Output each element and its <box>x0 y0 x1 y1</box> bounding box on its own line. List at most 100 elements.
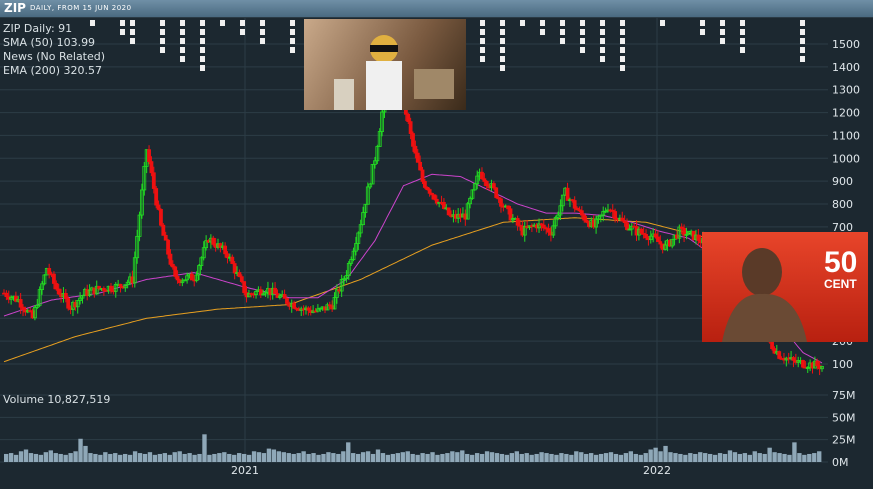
news-marker <box>500 38 505 44</box>
news-marker <box>260 29 265 35</box>
volume-bar <box>539 452 544 462</box>
news-marker <box>130 20 135 26</box>
candle-body <box>777 351 782 359</box>
volume-bar <box>683 454 688 462</box>
candle-body <box>232 263 237 274</box>
news-marker <box>740 20 745 26</box>
news-marker <box>200 47 205 53</box>
volume-bar <box>757 453 762 462</box>
volume-bar <box>127 454 133 462</box>
volume-bar <box>296 453 301 462</box>
volume-bar <box>63 454 68 462</box>
candle-body <box>613 211 618 220</box>
volume-bar <box>549 453 554 462</box>
candle-body <box>546 228 551 233</box>
candle-body <box>54 283 59 290</box>
volume-bar <box>43 452 49 462</box>
volume-bar <box>425 453 430 462</box>
news-marker <box>90 20 95 26</box>
volume-bar <box>83 445 88 462</box>
news-marker <box>290 20 295 26</box>
candle-body <box>644 233 648 239</box>
volume-bar <box>261 453 267 462</box>
volume-bar <box>301 451 306 462</box>
candle-body <box>4 292 9 298</box>
volume-bar <box>48 450 53 462</box>
candle-body <box>656 236 660 243</box>
news-marker <box>130 38 135 44</box>
news-marker <box>500 29 505 35</box>
volume-bar <box>306 453 311 462</box>
candle-body <box>292 302 297 309</box>
news-marker <box>580 29 585 35</box>
news-marker <box>480 47 485 53</box>
volume-bar <box>638 454 643 462</box>
news-marker <box>220 20 225 26</box>
volume-bar <box>390 453 396 462</box>
candle-body <box>18 299 23 308</box>
candle-body <box>515 218 520 226</box>
volume-bar <box>460 450 465 462</box>
volume-bar <box>182 453 187 462</box>
volume-bar <box>584 453 589 462</box>
news-marker <box>800 29 805 35</box>
volume-bar <box>380 453 386 462</box>
news-marker <box>500 20 505 26</box>
candle-body <box>484 181 489 187</box>
candle-body <box>52 273 56 284</box>
svg-text:CENT: CENT <box>824 277 857 291</box>
legend-ticker: ZIP Daily: 91 <box>3 22 73 35</box>
news-marker <box>600 56 605 62</box>
candle-body <box>147 149 151 162</box>
y-tick-label: 1500 <box>832 38 860 51</box>
volume-bar <box>78 438 83 462</box>
volume-bar <box>331 453 336 462</box>
candle-body <box>408 121 413 134</box>
candle-body <box>499 198 503 207</box>
volume-bar <box>23 449 29 462</box>
news-marker <box>560 29 565 35</box>
news-marker <box>600 29 605 35</box>
legend-sma: SMA (50) 103.99 <box>3 36 96 49</box>
volume-bar <box>351 453 356 462</box>
volume-bar <box>450 451 455 462</box>
news-marker <box>560 20 565 26</box>
news-marker <box>600 38 605 44</box>
volume-bar <box>574 451 579 462</box>
news-marker <box>560 38 565 44</box>
volume-bar <box>346 442 351 462</box>
volume-bar <box>271 449 277 462</box>
volume-bar <box>326 452 331 462</box>
lil-jon-photo <box>304 19 466 110</box>
volume-bar <box>430 452 435 462</box>
volume-bar <box>569 454 574 462</box>
volume-bar <box>251 451 257 462</box>
candle-body <box>801 360 805 368</box>
news-marker <box>180 20 185 26</box>
volume-bar <box>742 453 748 462</box>
volume-bar <box>653 447 658 462</box>
volume-bar <box>256 452 262 462</box>
news-marker <box>500 65 505 71</box>
volume-bar <box>514 451 519 462</box>
volume-bar <box>266 448 272 462</box>
candle-body <box>411 133 415 147</box>
volume-bar <box>628 451 634 462</box>
volume-bar <box>375 449 381 462</box>
volume-bar <box>177 451 182 462</box>
candle-body <box>620 217 625 222</box>
volume-tick-label: 75M <box>832 389 856 402</box>
volume-bar <box>698 452 703 462</box>
news-marker <box>700 20 705 26</box>
volume-bar <box>678 453 683 462</box>
volume-bar <box>118 454 123 462</box>
volume-bar <box>167 454 172 462</box>
volume-bar <box>707 453 713 462</box>
candle-body <box>791 357 796 361</box>
volume-bar <box>608 452 614 462</box>
candle-body <box>541 224 546 229</box>
volume-bar <box>241 453 247 462</box>
news-marker <box>620 29 625 35</box>
volume-bar <box>410 453 415 462</box>
volume-bar <box>529 454 534 462</box>
